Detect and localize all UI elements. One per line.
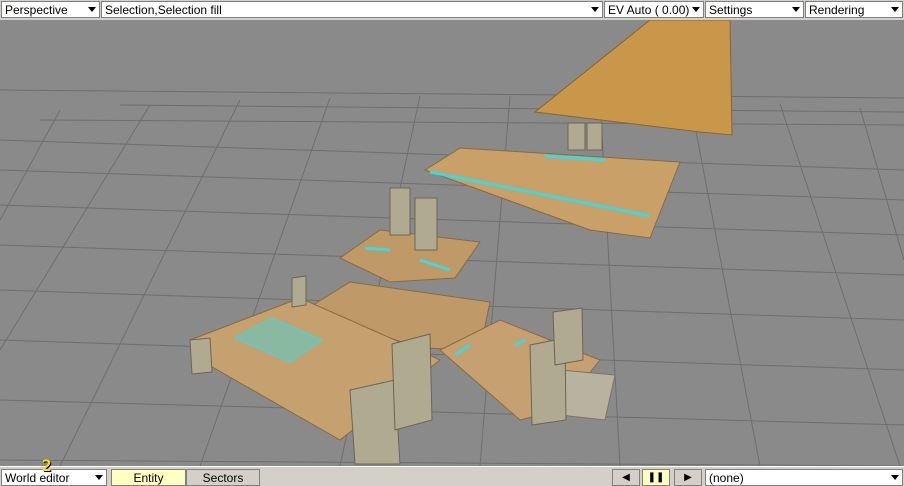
- exposure-dropdown[interactable]: EV Auto ( 0.00): [604, 1, 704, 18]
- chevron-down-icon: [88, 7, 96, 12]
- rendering-label: Rendering: [809, 2, 865, 17]
- exposure-label: EV Auto ( 0.00): [608, 2, 690, 17]
- settings-dropdown[interactable]: Settings: [705, 1, 804, 18]
- next-button[interactable]: ▶: [674, 469, 702, 486]
- level-geometry: [189, 122, 681, 465]
- view-mode-dropdown[interactable]: Perspective: [1, 1, 100, 18]
- chevron-down-icon: [792, 7, 800, 12]
- editor-mode-label: World editor: [5, 470, 70, 485]
- pause-button[interactable]: ❚❚: [642, 469, 670, 486]
- play-back-icon: ◀: [622, 472, 630, 483]
- selection-value-label: (none): [709, 470, 744, 485]
- tab-sectors[interactable]: Sectors: [186, 469, 260, 486]
- selection-mode-dropdown[interactable]: Selection,Selection fill: [101, 1, 603, 18]
- view-mode-label: Perspective: [5, 2, 68, 17]
- play-forward-icon: ▶: [684, 472, 692, 483]
- rendering-dropdown[interactable]: Rendering: [805, 1, 903, 18]
- pause-icon: ❚❚: [647, 472, 665, 483]
- chevron-down-icon: [95, 475, 103, 480]
- tab-entity[interactable]: Entity: [111, 469, 186, 486]
- chevron-down-icon: [891, 7, 899, 12]
- scene-render: [0, 20, 904, 466]
- 3d-viewport[interactable]: [0, 20, 904, 466]
- chevron-down-icon: [692, 7, 700, 12]
- pyramid: [533, 20, 733, 136]
- settings-label: Settings: [709, 2, 753, 17]
- selection-value-dropdown[interactable]: (none): [705, 469, 903, 486]
- chevron-down-icon: [891, 475, 899, 480]
- tab-entity-label: Entity: [133, 470, 164, 485]
- viewport-toolbar: Perspective Selection,Selection fill EV …: [0, 0, 904, 20]
- selection-mode-label: Selection,Selection fill: [105, 2, 222, 17]
- tab-sectors-label: Sectors: [202, 470, 244, 485]
- chevron-down-icon: [591, 7, 599, 12]
- bottom-status-bar: World editor Entity Sectors ◀ ❚❚ ▶ (none…: [0, 466, 904, 486]
- prev-button[interactable]: ◀: [612, 469, 640, 486]
- editor-mode-dropdown[interactable]: World editor: [1, 469, 107, 486]
